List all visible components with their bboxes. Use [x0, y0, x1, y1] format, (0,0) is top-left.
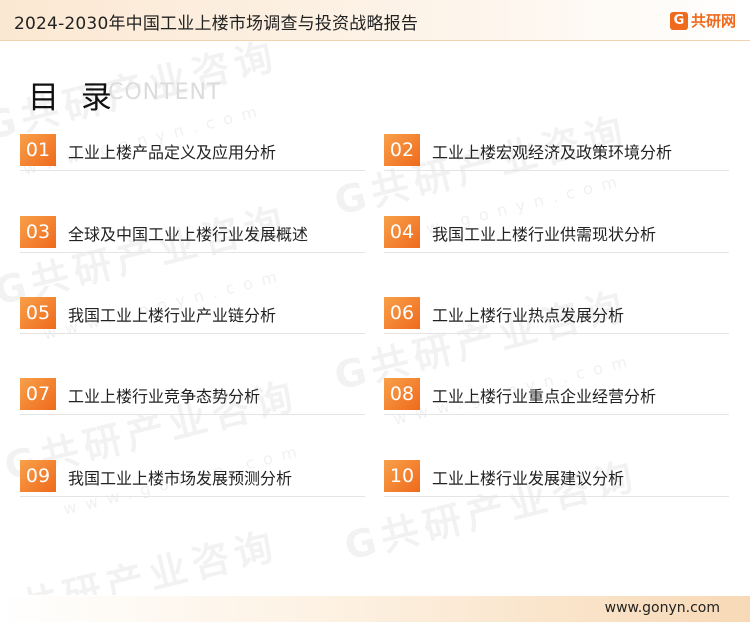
toc-item[interactable]: 06 工业上楼行业热点发展分析: [384, 293, 729, 334]
toc-item[interactable]: 07 工业上楼行业竞争态势分析: [20, 374, 365, 415]
toc-item-label: 工业上楼行业重点企业经营分析: [432, 387, 657, 406]
toc-item-number: 10: [384, 460, 420, 492]
toc-heading: 目 录: [28, 72, 118, 117]
toc-item[interactable]: 04 我国工业上楼行业供需现状分析: [384, 212, 729, 253]
toc-item-number: 01: [20, 134, 56, 166]
toc-item-label: 我国工业上楼市场发展预测分析: [68, 469, 293, 488]
toc-item-label: 工业上楼产品定义及应用分析: [68, 143, 277, 162]
footer-url[interactable]: www.gonyn.com: [605, 600, 720, 616]
toc-item-number: 07: [20, 378, 56, 410]
toc-item-number: 04: [384, 216, 420, 248]
toc-item-label: 工业上楼行业热点发展分析: [432, 306, 625, 325]
toc-item-number: 05: [20, 297, 56, 329]
report-title: 2024-2030年中国工业上楼市场调查与投资战略报告: [14, 14, 419, 34]
toc-item[interactable]: 10 工业上楼行业发展建议分析: [384, 456, 729, 497]
toc-title: 目 录: [28, 80, 118, 116]
toc-item[interactable]: 03 全球及中国工业上楼行业发展概述: [20, 212, 365, 253]
brand-logo-icon: G: [669, 11, 688, 30]
toc-item-number: 03: [20, 216, 56, 248]
toc-item[interactable]: 08 工业上楼行业重点企业经营分析: [384, 374, 729, 415]
toc-item-number: 09: [20, 460, 56, 492]
toc-item-label: 工业上楼行业竞争态势分析: [68, 387, 261, 406]
toc-item[interactable]: 02 工业上楼宏观经济及政策环境分析: [384, 130, 729, 171]
toc-item-label: 我国工业上楼行业供需现状分析: [432, 225, 657, 244]
brand-name: 共研网: [690, 12, 736, 30]
brand-logo: G 共研网: [669, 10, 736, 31]
header-bar: 2024-2030年中国工业上楼市场调查与投资战略报告 G 共研网: [0, 0, 750, 41]
toc-item-label: 全球及中国工业上楼行业发展概述: [68, 225, 309, 244]
toc-item-number: 06: [384, 297, 420, 329]
watermark-text: G共研产业咨询: [0, 523, 283, 595]
toc-item[interactable]: 09 我国工业上楼市场发展预测分析: [20, 456, 365, 497]
toc-item-number: 08: [384, 378, 420, 410]
toc-item[interactable]: 05 我国工业上楼行业产业链分析: [20, 293, 365, 334]
toc-item[interactable]: 01 工业上楼产品定义及应用分析: [20, 130, 365, 171]
toc-item-label: 工业上楼宏观经济及政策环境分析: [432, 143, 673, 162]
toc-item-label: 我国工业上楼行业产业链分析: [68, 306, 277, 325]
toc-item-label: 工业上楼行业发展建议分析: [432, 469, 625, 488]
toc-item-number: 02: [384, 134, 420, 166]
toc-subtitle: CONTENT: [108, 80, 222, 105]
footer-bar: www.gonyn.com: [0, 596, 750, 622]
